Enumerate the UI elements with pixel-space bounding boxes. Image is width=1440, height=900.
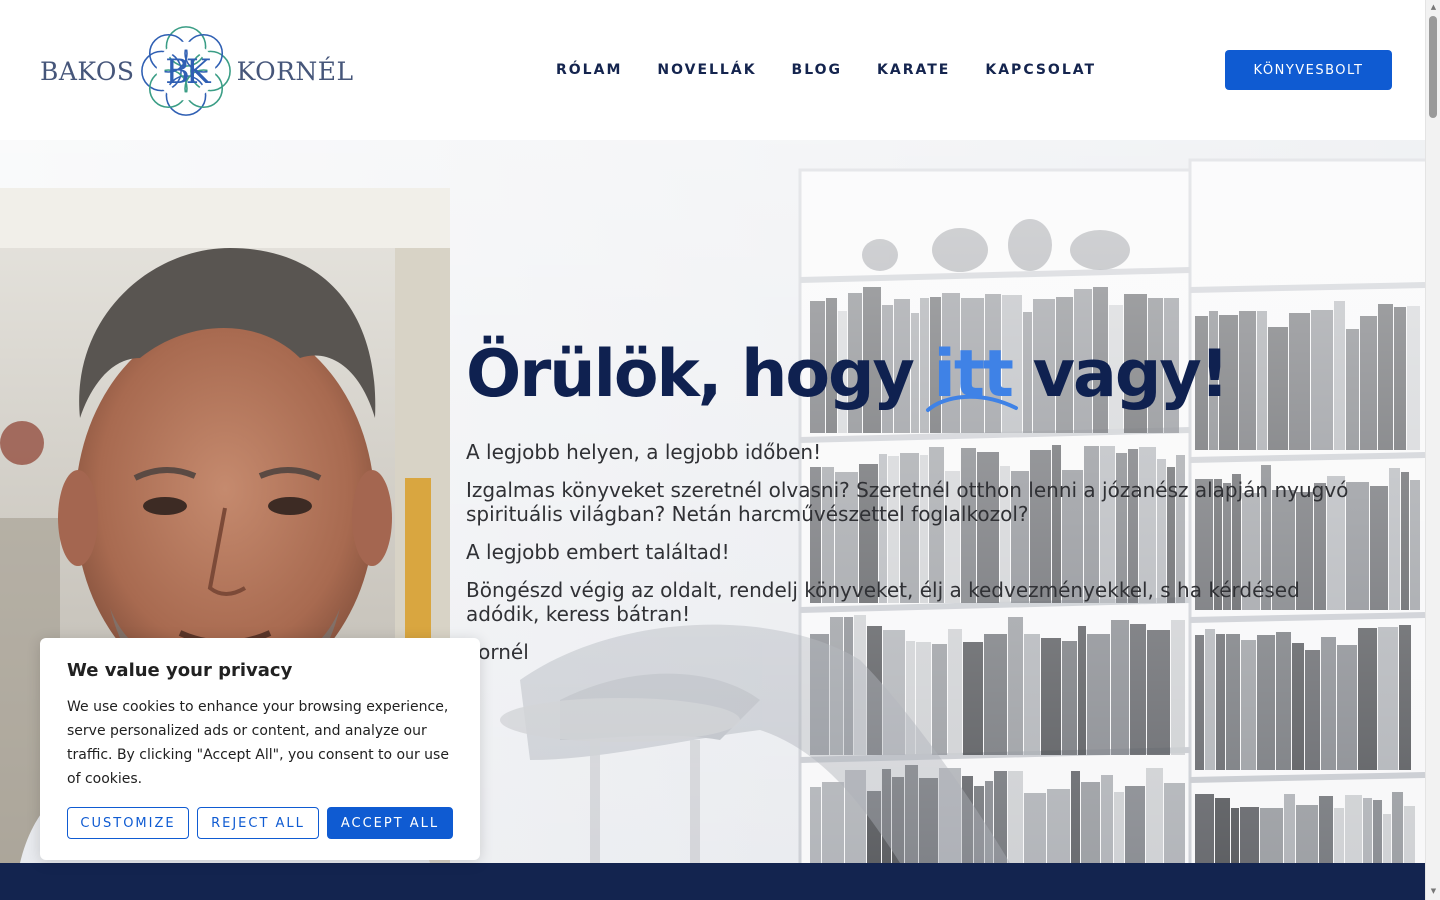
monogram-logo-icon: BK	[140, 26, 231, 116]
hero-title-end: vagy!	[1032, 337, 1230, 412]
nav-item-blog[interactable]: BLOG	[792, 58, 843, 82]
nav-item-karate[interactable]: KARATE	[877, 58, 950, 82]
footer-band	[0, 863, 1425, 900]
scrollbar-thumb[interactable]	[1429, 16, 1437, 118]
nav-item-rolam[interactable]: RÓLAM	[556, 58, 622, 82]
hero-paragraph: A legjobb embert találtad!	[466, 540, 730, 564]
bookstore-button[interactable]: KÖNYVESBOLT	[1225, 50, 1392, 90]
hero-title-accent: itt	[925, 330, 1018, 420]
nav-item-kapcsolat[interactable]: KAPCSOLAT	[985, 58, 1096, 82]
hero-paragraph: Böngészd végig az oldalt, rendelj könyve…	[466, 578, 1300, 626]
customize-button[interactable]: CUSTOMIZE	[67, 807, 189, 839]
site-logo[interactable]: BAKOS BK KORNÉL	[40, 22, 353, 120]
scroll-up-arrow-icon[interactable]: ▲	[1426, 0, 1440, 14]
page-scrollbar[interactable]: ▲ ▼	[1425, 0, 1440, 900]
main-nav: RÓLAM NOVELLÁK BLOG KARATE KAPCSOLAT	[556, 58, 1096, 82]
reject-all-button[interactable]: REJECT ALL	[197, 807, 319, 839]
logo-first-name: BAKOS	[40, 56, 135, 86]
cookie-consent-banner: We value your privacy We use cookies to …	[40, 638, 480, 860]
hero-title: Örülök, hogy itt vagy!	[466, 330, 1230, 420]
scroll-down-arrow-icon[interactable]: ▼	[1426, 884, 1440, 898]
logo-monogram-text: BK	[165, 52, 212, 91]
nav-item-novellak[interactable]: NOVELLÁK	[657, 58, 756, 82]
site-header: BAKOS BK KORNÉL RÓLAM NOVELLÁK BLOG KARA…	[0, 0, 1425, 140]
hero-paragraph: Izgalmas könyveket szeretnél olvasni? Sz…	[466, 478, 1349, 526]
accept-all-button[interactable]: ACCEPT ALL	[327, 807, 453, 839]
hero-paragraph: A legjobb helyen, a legjobb időben!	[466, 440, 822, 464]
hero-intro-text: A legjobb helyen, a legjobb időben! Izga…	[466, 440, 1366, 678]
cookie-actions: CUSTOMIZE REJECT ALL ACCEPT ALL	[67, 807, 453, 839]
hero-signature: Kornél	[466, 640, 529, 664]
cookie-description: We use cookies to enhance your browsing …	[67, 699, 449, 787]
underline-swoosh-icon	[925, 394, 1018, 412]
hero-title-start: Örülök, hogy	[466, 337, 915, 412]
logo-last-name: KORNÉL	[236, 56, 354, 86]
cookie-title: We value your privacy	[67, 660, 293, 681]
